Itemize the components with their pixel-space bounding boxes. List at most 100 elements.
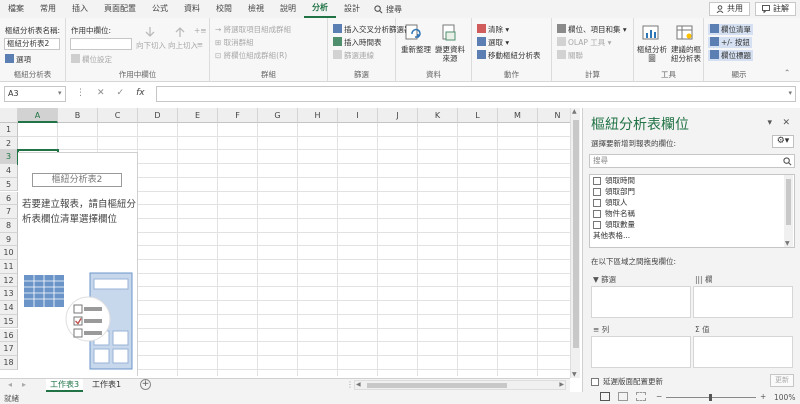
columns-area[interactable] [693, 286, 793, 318]
insert-timeline-button[interactable]: 插入時間表 [333, 37, 382, 48]
name-box-dropdown-icon[interactable]: ▾ [58, 89, 62, 97]
vertical-scrollbar[interactable]: ▲ ▼ [570, 108, 580, 378]
row-header[interactable]: 12 [0, 273, 18, 288]
row-header[interactable]: 10 [0, 246, 18, 260]
comments-button[interactable]: 註解 [755, 2, 796, 16]
row-header[interactable]: 3 [0, 150, 18, 165]
row-header[interactable]: 1 [0, 123, 18, 137]
relationships-button[interactable]: 關聯 [557, 50, 583, 61]
next-sheet-icon[interactable]: ▸ [22, 380, 26, 389]
row-header[interactable]: 8 [0, 218, 18, 233]
zoom-slider-thumb[interactable] [709, 394, 712, 401]
column-header[interactable]: J [378, 108, 418, 123]
row-header[interactable]: 13 [0, 287, 18, 302]
field-list-item[interactable]: 領取人 [590, 197, 794, 208]
row-header[interactable]: 17 [0, 342, 18, 356]
row-header[interactable]: 14 [0, 301, 18, 315]
row-header[interactable]: 18 [0, 355, 18, 370]
tab-home[interactable]: 常用 [32, 0, 64, 18]
row-header[interactable]: 11 [0, 260, 18, 274]
values-area[interactable] [693, 336, 793, 368]
column-header[interactable]: M [498, 108, 538, 123]
page-layout-view-icon[interactable] [618, 392, 628, 401]
change-source-button[interactable]: 變更資料來源 [432, 45, 468, 63]
field-list-item[interactable]: 其他表格... [590, 230, 794, 241]
plus-minus-toggle[interactable]: +/- 按鈕 [708, 37, 752, 48]
row-header[interactable]: 6 [0, 191, 18, 206]
vertical-scroll-thumb[interactable] [573, 120, 579, 348]
page-break-view-icon[interactable] [636, 392, 646, 401]
group-selection-button[interactable]: → 將選取項目組成群組 [215, 24, 291, 35]
tab-page-layout[interactable]: 頁面配置 [96, 0, 144, 18]
expand-field-icon[interactable]: +≡ [194, 26, 207, 35]
pane-options-icon[interactable]: ▾ [767, 118, 772, 128]
sheet-tab-1[interactable]: 工作表1 [88, 379, 125, 392]
prev-sheet-icon[interactable]: ◂ [8, 380, 12, 389]
pane-close-icon[interactable]: ✕ [782, 118, 790, 128]
select-all-corner[interactable] [0, 108, 18, 123]
pivot-table-placeholder[interactable]: 樞紐分析表2 若要建立報表，請自樞紐分析表欄位清單選擇欄位 [18, 152, 138, 376]
select-button[interactable]: 選取 ▾ [477, 37, 509, 48]
rows-area[interactable] [591, 336, 691, 368]
scroll-down-icon[interactable]: ▼ [572, 371, 577, 378]
insert-function-icon[interactable]: fx [136, 88, 145, 98]
options-button[interactable]: 選項 [5, 54, 31, 65]
tab-view[interactable]: 檢視 [240, 0, 272, 18]
column-header[interactable]: A [18, 108, 58, 123]
tab-formulas[interactable]: 公式 [144, 0, 176, 18]
group-field-button[interactable]: ⊡ 將欄位組成群組(R) [215, 50, 287, 61]
field-list-scroll-down-icon[interactable]: ▼ [785, 240, 790, 247]
active-field-input[interactable] [70, 38, 132, 50]
scroll-left-icon[interactable]: ◀ [356, 381, 361, 388]
scroll-right-icon[interactable]: ▶ [559, 381, 564, 388]
column-header[interactable]: E [178, 108, 218, 123]
cancel-icon[interactable]: ✕ [97, 88, 105, 98]
formula-options-icon[interactable]: ⋮ [76, 88, 85, 98]
pivot-chart-button[interactable]: 樞紐分析圖 [636, 45, 668, 63]
recommended-pivot-button[interactable]: 建議的樞紐分析表 [668, 45, 704, 63]
field-list-item[interactable]: 領取部門 [590, 186, 794, 197]
fields-items-button[interactable]: 欄位、項目和集 ▾ [557, 24, 627, 35]
horizontal-scroll-thumb[interactable] [367, 383, 507, 388]
ungroup-button[interactable]: ⊞ 取消群組 [215, 37, 254, 48]
field-list-item[interactable]: 領取時間 [590, 175, 794, 186]
expand-formula-icon[interactable]: ▾ [788, 89, 792, 97]
row-header[interactable]: 5 [0, 177, 18, 192]
column-header[interactable]: I [338, 108, 378, 123]
column-header[interactable]: L [458, 108, 498, 123]
field-checkbox[interactable] [593, 220, 601, 229]
formula-input[interactable] [156, 86, 796, 102]
olap-tools-button[interactable]: OLAP 工具 ▾ [557, 37, 611, 48]
defer-checkbox[interactable] [591, 377, 599, 386]
field-headers-toggle[interactable]: 欄位標題 [708, 50, 753, 61]
name-box[interactable]: A3 [4, 86, 66, 102]
pane-tools-button[interactable]: ⚙▾ [772, 135, 794, 148]
field-settings-button[interactable]: 欄位設定 [71, 54, 112, 65]
filters-area[interactable] [591, 286, 691, 318]
zoom-in-icon[interactable]: + [760, 392, 766, 401]
field-list-scroll-thumb[interactable] [786, 179, 791, 225]
field-checkbox[interactable] [593, 176, 601, 185]
column-header[interactable]: D [138, 108, 178, 123]
tab-analyze[interactable]: 分析 [304, 0, 336, 18]
column-header[interactable]: G [258, 108, 298, 123]
field-list-scrollbar[interactable]: ▼ [784, 175, 793, 247]
move-pivot-button[interactable]: 移動樞紐分析表 [477, 50, 541, 61]
drill-down-button[interactable]: 向下切入 [136, 40, 166, 51]
row-header[interactable]: 16 [0, 328, 18, 343]
field-list-item[interactable]: 領取數量 [590, 219, 794, 230]
column-header[interactable]: C [98, 108, 138, 123]
refresh-button[interactable]: 重新整理 [401, 45, 431, 54]
field-search-input[interactable]: 搜尋 [589, 154, 795, 168]
field-checkbox[interactable] [593, 187, 601, 196]
tab-design[interactable]: 設計 [336, 0, 368, 18]
tab-insert[interactable]: 插入 [64, 0, 96, 18]
tab-data[interactable]: 資料 [176, 0, 208, 18]
add-sheet-icon[interactable]: + [140, 379, 151, 390]
row-header[interactable]: 9 [0, 232, 18, 247]
filter-connections-button[interactable]: 篩選連線 [333, 50, 374, 61]
normal-view-icon[interactable] [600, 392, 610, 401]
row-header[interactable]: 15 [0, 314, 18, 329]
sheet-tab-3[interactable]: 工作表3 [46, 379, 84, 392]
tab-help[interactable]: 說明 [272, 0, 304, 18]
